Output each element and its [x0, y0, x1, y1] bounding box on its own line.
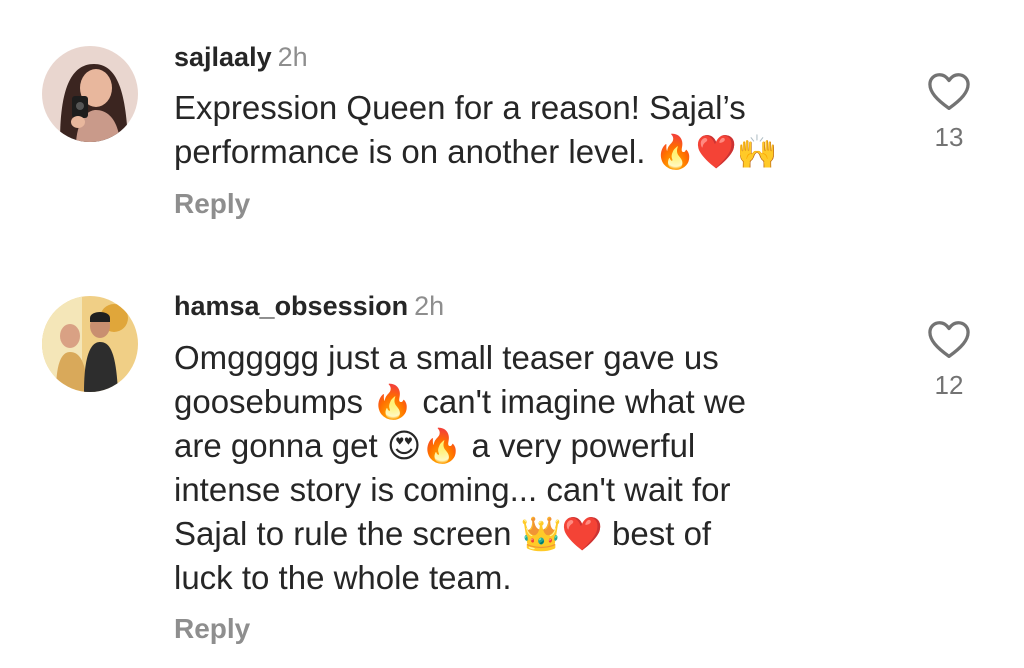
timestamp: 2h	[414, 291, 445, 321]
comment-line: Expression Queen for a reason! Sajal’s	[174, 89, 746, 126]
like-count: 13	[934, 122, 964, 152]
comment-line: Sajal to rule the screen 👑❤️ best of	[174, 515, 712, 552]
timestamp: 2h	[277, 42, 308, 72]
heart-outline-icon[interactable]	[927, 72, 971, 112]
like-count: 12	[934, 370, 964, 400]
avatar-image	[42, 296, 138, 392]
like-control: 13	[918, 72, 980, 152]
comment-line: Omggggg just a small teaser gave us	[174, 339, 719, 376]
comment-text: Omggggg just a small teaser gave us goos…	[174, 336, 894, 600]
comment-header: hamsa_obsession 2h	[174, 290, 444, 322]
like-control: 12	[918, 320, 980, 400]
avatar[interactable]	[42, 46, 138, 142]
comment-line: intense story is coming... can't wait fo…	[174, 471, 731, 508]
avatar-image	[42, 46, 138, 142]
comment-header: sajlaaly 2h	[174, 41, 308, 73]
comment-line: performance is on another level. 🔥❤️🙌	[174, 133, 778, 170]
reply-button[interactable]: Reply	[174, 613, 250, 645]
username-link[interactable]: sajlaaly	[174, 42, 272, 72]
comment-line: goosebumps 🔥 can't imagine what we	[174, 383, 747, 420]
comment-line: luck to the whole team.	[174, 559, 512, 596]
comment-text: Expression Queen for a reason! Sajal’s p…	[174, 86, 894, 174]
comment-line: are gonna get 😍🔥 a very powerful	[174, 427, 696, 464]
heart-outline-icon[interactable]	[927, 320, 971, 360]
avatar[interactable]	[42, 296, 138, 392]
reply-button[interactable]: Reply	[174, 188, 250, 220]
username-link[interactable]: hamsa_obsession	[174, 291, 408, 321]
